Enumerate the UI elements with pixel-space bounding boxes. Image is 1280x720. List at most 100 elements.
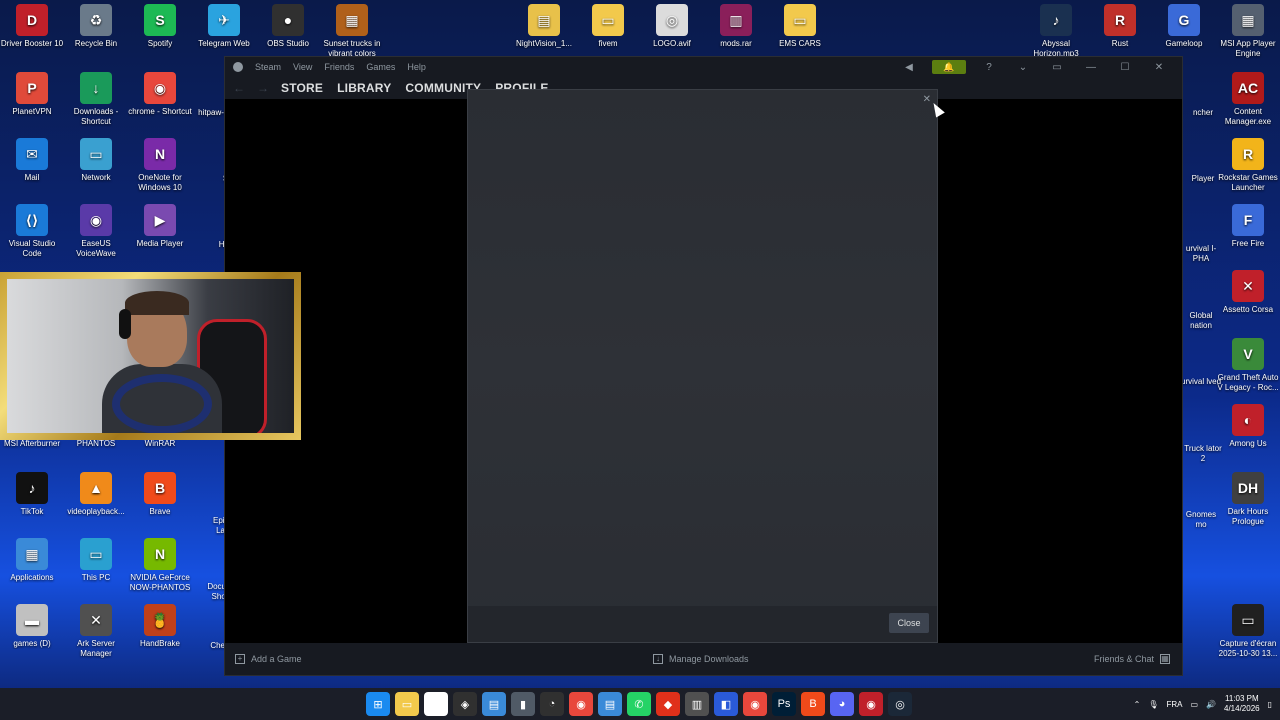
desktop-icon[interactable]: ◉ EaseUS VoiceWave — [64, 204, 128, 259]
desktop-icon[interactable]: ▦ MSI App Player Engine — [1216, 4, 1280, 59]
desktop-icon[interactable]: N OneNote for Windows 10 — [128, 138, 192, 193]
clock[interactable]: 11:03 PM 4/14/2026 — [1224, 694, 1260, 714]
taskbar-app-icon[interactable]: ◧ — [714, 692, 738, 716]
notification-bell-icon[interactable]: 🔔 — [932, 60, 966, 74]
microphone-icon[interactable]: 🎙 — [1148, 700, 1158, 709]
desktop-icon[interactable]: ▶ Media Player — [128, 204, 192, 249]
desktop-icon[interactable]: V Grand Theft Auto V Legacy - Roc... — [1216, 338, 1280, 393]
taskbar-app-icon[interactable]: ◉ — [859, 692, 883, 716]
nav-store[interactable]: STORE — [281, 81, 323, 95]
desktop-icon[interactable]: ● OBS Studio — [256, 4, 320, 49]
desktop-icon[interactable]: ⟨⟩ Visual Studio Code — [0, 204, 64, 259]
desktop-icon[interactable]: ◐ Among Us — [1216, 404, 1280, 449]
desktop-icon[interactable]: ✕ Ark Server Manager — [64, 604, 128, 659]
taskbar-notepad-icon[interactable]: ▤ — [598, 692, 622, 716]
desktop-icon[interactable]: ▥ mods.rar — [704, 4, 768, 49]
menu-steam[interactable]: Steam — [255, 62, 281, 72]
desktop-icon-label: mods.rar — [720, 39, 752, 48]
modal-close-icon[interactable]: ✕ — [923, 94, 931, 105]
desktop-icon[interactable]: ♪ Abyssal Horizon.mp3 — [1024, 4, 1088, 59]
nav-library[interactable]: LIBRARY — [337, 81, 391, 95]
taskbar-photoshop-icon[interactable]: Ps — [772, 692, 796, 716]
menu-help[interactable]: Help — [407, 62, 426, 72]
partial-desktop-label[interactable]: Player — [1183, 174, 1223, 184]
partial-desktop-label[interactable]: Global nation — [1181, 311, 1221, 331]
app-icon: ♻ — [80, 4, 112, 36]
desktop-icon[interactable]: ▭ EMS CARS — [768, 4, 832, 49]
chevron-up-icon[interactable]: ⌃ — [1134, 700, 1141, 709]
taskbar-whatsapp-icon[interactable]: ✆ — [627, 692, 651, 716]
desktop-icon[interactable]: ✈ Telegram Web — [192, 4, 256, 49]
desktop-icon[interactable]: S Spotify — [128, 4, 192, 49]
partial-desktop-label[interactable]: ncher — [1183, 108, 1223, 118]
desktop-icon[interactable]: ▭ Network — [64, 138, 128, 183]
language-indicator[interactable]: FRA — [1166, 700, 1182, 709]
desktop-icon[interactable]: ▤ NightVision_1... — [512, 4, 576, 49]
desktop-icon[interactable]: ♻ Recycle Bin — [64, 4, 128, 49]
partial-desktop-label[interactable]: urvival I-PHA — [1181, 244, 1221, 264]
desktop-icon[interactable]: B Brave — [128, 472, 192, 517]
manage-downloads-button[interactable]: ↓ Manage Downloads — [653, 654, 749, 664]
desktop-icon[interactable]: P PlanetVPN — [0, 72, 64, 117]
partial-desktop-label[interactable]: urvival lved — [1181, 377, 1221, 387]
chevron-down-icon[interactable]: ⌄ — [1012, 62, 1034, 73]
desktop-icon[interactable]: ▲ videoplayback... — [64, 472, 128, 517]
desktop-icon[interactable]: R Rockstar Games Launcher — [1216, 138, 1280, 193]
menu-friends[interactable]: Friends — [324, 62, 354, 72]
taskbar-app-icon[interactable]: ▥ — [685, 692, 709, 716]
taskbar-brave-icon[interactable]: B — [801, 692, 825, 716]
taskbar-app-icon[interactable]: ◔ — [540, 692, 564, 716]
volume-icon[interactable]: 🔊 — [1206, 700, 1216, 709]
taskbar-app-icon[interactable]: ◈ — [453, 692, 477, 716]
desktop-icon[interactable]: AC Content Manager.exe — [1216, 72, 1280, 127]
taskbar-app-icon[interactable]: ▮ — [511, 692, 535, 716]
taskbar-explorer-icon[interactable]: ▭ — [395, 692, 419, 716]
forward-arrow-icon[interactable]: → — [257, 81, 269, 95]
desktop-icon[interactable]: ▭ This PC — [64, 538, 128, 583]
desktop-icon[interactable]: ↓ Downloads - Shortcut — [64, 72, 128, 127]
broadcast-icon[interactable]: ◀ — [898, 62, 920, 73]
taskbar-start-icon[interactable]: ⊞ — [366, 692, 390, 716]
desktop-icon[interactable]: ▭ Capture d'écran 2025-10-30 13... — [1216, 604, 1280, 659]
desktop-icon[interactable]: F Free Fire — [1216, 204, 1280, 249]
add-game-button[interactable]: + Add a Game — [235, 654, 302, 664]
desktop-icon[interactable]: ◉ chrome - Shortcut — [128, 72, 192, 117]
menu-view[interactable]: View — [293, 62, 312, 72]
help-button[interactable]: ? — [978, 62, 1000, 73]
taskbar-chrome-icon[interactable]: ◉ — [743, 692, 767, 716]
desktop-icon[interactable]: DH Dark Hours Prologue — [1216, 472, 1280, 527]
app-icon: ▦ — [1232, 4, 1264, 36]
desktop-icon[interactable]: ◎ LOGO.avif — [640, 4, 704, 49]
taskbar-anydesk-icon[interactable]: ◆ — [656, 692, 680, 716]
back-arrow-icon[interactable]: ← — [233, 81, 245, 95]
desktop-icon[interactable]: G Gameloop — [1152, 4, 1216, 49]
desktop-icon[interactable]: ✕ Assetto Corsa — [1216, 270, 1280, 315]
notification-center-icon[interactable]: ▯ — [1268, 700, 1272, 709]
desktop-icon[interactable]: ▬ games (D) — [0, 604, 64, 649]
taskbar-discord-icon[interactable]: ◕ — [830, 692, 854, 716]
taskbar-store-icon[interactable]: ▣ — [424, 692, 448, 716]
big-picture-icon[interactable]: ▭ — [1046, 62, 1068, 73]
desktop-icon[interactable]: R Rust — [1088, 4, 1152, 49]
desktop-icon[interactable]: 🍍 HandBrake — [128, 604, 192, 649]
display-icon[interactable]: ▭ — [1190, 700, 1198, 709]
maximize-icon[interactable]: ☐ — [1114, 62, 1136, 73]
menu-games[interactable]: Games — [366, 62, 395, 72]
taskbar-chrome-icon[interactable]: ◉ — [569, 692, 593, 716]
desktop-icon[interactable]: N NVIDIA GeForce NOW-PHANTOS — [128, 538, 192, 593]
modal-close-button[interactable]: Close — [889, 613, 929, 633]
friends-chat-button[interactable]: Friends & Chat ▦ — [1094, 654, 1176, 664]
partial-desktop-label[interactable]: Truck lator 2 — [1183, 444, 1223, 464]
desktop-icon[interactable]: ▦ Applications — [0, 538, 64, 583]
modal-footer: Close — [468, 606, 937, 642]
desktop-icon[interactable]: ♪ TikTok — [0, 472, 64, 517]
close-icon[interactable]: ✕ — [1148, 62, 1170, 73]
taskbar-steam-icon[interactable]: ◎ — [888, 692, 912, 716]
desktop-icon[interactable]: D Driver Booster 10 — [0, 4, 64, 49]
desktop-icon[interactable]: ▭ fivem — [576, 4, 640, 49]
minimize-icon[interactable]: — — [1080, 62, 1102, 73]
partial-desktop-label[interactable]: Gnomes mo — [1181, 510, 1221, 530]
desktop-icon[interactable]: ▦ Sunset trucks in vibrant colors — [320, 4, 384, 59]
taskbar-app-icon[interactable]: ▤ — [482, 692, 506, 716]
desktop-icon[interactable]: ✉ Mail — [0, 138, 64, 183]
